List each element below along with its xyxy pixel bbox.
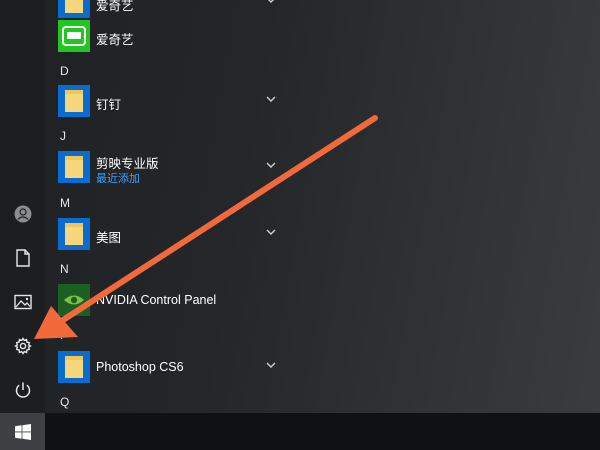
app-name: 美图 xyxy=(96,231,122,245)
list-item-jianying[interactable]: 剪映专业版 最近添加 xyxy=(58,151,288,187)
app-tile xyxy=(58,351,90,383)
group-letter-d[interactable]: D xyxy=(60,64,69,78)
list-item-aiqiyi[interactable]: 爱奇艺 xyxy=(58,20,288,56)
document-icon xyxy=(15,249,30,267)
group-letter-q[interactable]: Q xyxy=(60,395,69,409)
app-tile xyxy=(58,218,90,250)
chevron-down-icon[interactable] xyxy=(265,159,277,171)
group-letter-m[interactable]: M xyxy=(60,196,70,210)
app-list: 爱奇艺 爱奇艺 D 钉钉 J 剪映专业版 最近添加 M 美图 N NVIDIA … xyxy=(45,0,285,413)
app-name: 爱奇艺 xyxy=(96,33,134,47)
chevron-down-icon[interactable] xyxy=(265,359,277,371)
windows-logo-icon xyxy=(14,423,31,440)
folder-icon xyxy=(65,356,83,378)
user-icon xyxy=(14,205,31,223)
app-tile xyxy=(58,284,90,316)
recently-added-label: 最近添加 xyxy=(96,173,140,185)
list-item-meitu[interactable]: 美图 xyxy=(58,218,288,254)
list-item-nvidia[interactable]: NVIDIA Control Panel xyxy=(58,284,288,320)
pictures-icon xyxy=(13,294,32,310)
app-name: 钉钉 xyxy=(96,98,122,112)
folder-icon xyxy=(65,90,83,112)
chevron-down-icon[interactable] xyxy=(265,226,277,238)
settings-icon xyxy=(13,337,32,355)
group-letter-n[interactable]: N xyxy=(60,262,69,276)
group-letter-p[interactable]: P xyxy=(60,328,68,342)
user-account-button[interactable] xyxy=(0,194,45,234)
power-button[interactable] xyxy=(0,370,45,410)
chevron-down-icon[interactable] xyxy=(265,93,277,105)
folder-icon xyxy=(65,0,83,13)
app-name: Photoshop CS6 xyxy=(96,360,184,374)
app-name: 爱奇艺 xyxy=(96,0,134,13)
pictures-button[interactable] xyxy=(0,282,45,322)
group-letter-j[interactable]: J xyxy=(60,129,66,143)
power-icon xyxy=(15,382,30,398)
nvidia-logo-icon xyxy=(64,295,84,305)
folder-icon xyxy=(65,156,83,178)
app-tile xyxy=(58,20,90,52)
settings-button[interactable] xyxy=(0,326,45,366)
start-menu-rail xyxy=(0,0,45,413)
taskbar xyxy=(0,413,600,450)
documents-button[interactable] xyxy=(0,238,45,278)
app-tile xyxy=(58,151,90,183)
app-tile xyxy=(58,85,90,117)
list-item-dingding[interactable]: 钉钉 xyxy=(58,85,288,121)
list-item-photoshop[interactable]: Photoshop CS6 xyxy=(58,351,288,387)
iqiyi-logo-icon xyxy=(62,26,86,46)
folder-icon xyxy=(65,223,83,245)
app-name: NVIDIA Control Panel xyxy=(96,293,217,307)
list-item-folder[interactable]: 爱奇艺 xyxy=(58,0,288,22)
app-tile xyxy=(58,0,90,18)
chevron-down-icon[interactable] xyxy=(265,0,277,6)
start-button[interactable] xyxy=(0,413,45,450)
